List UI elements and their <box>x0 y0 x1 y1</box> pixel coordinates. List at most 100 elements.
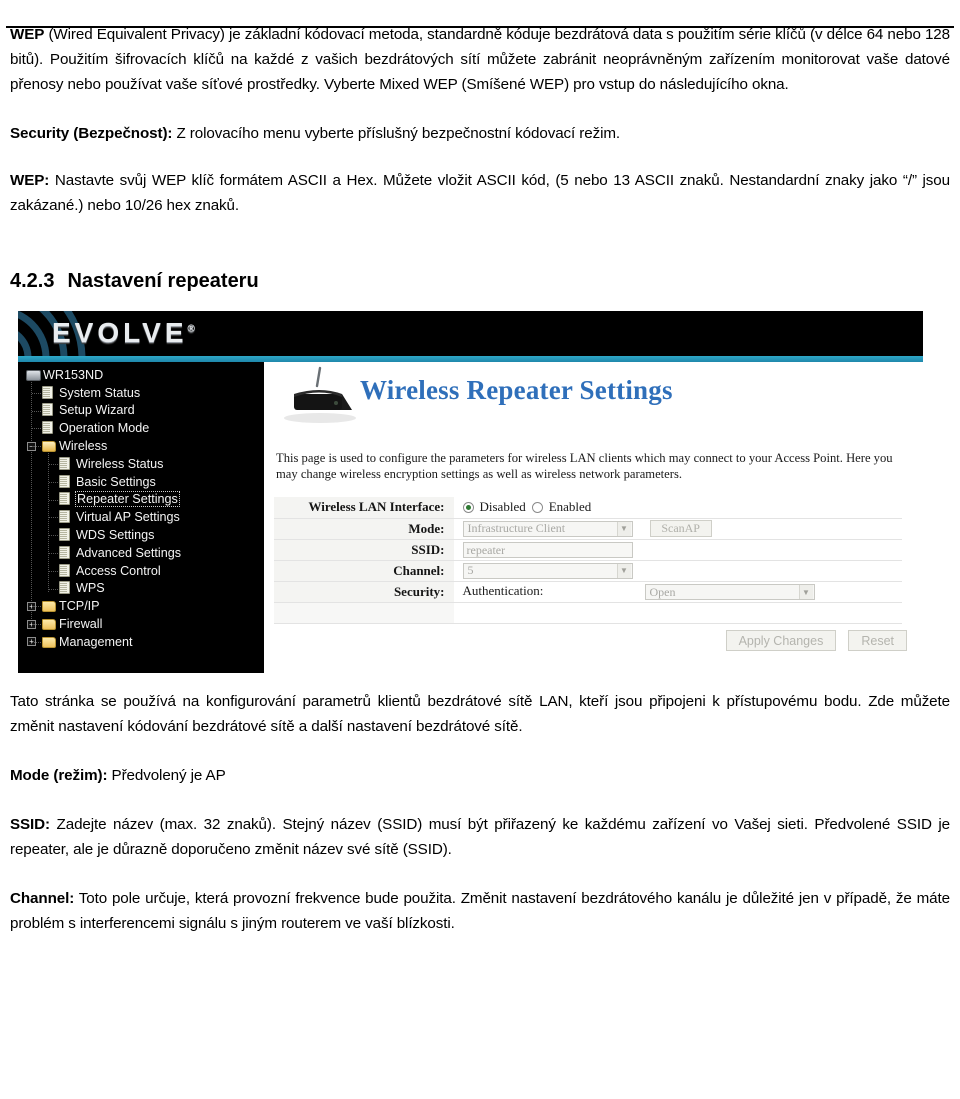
label-mode: Mode: <box>274 518 455 540</box>
sidebar-item-firewall[interactable]: +Firewall <box>26 615 262 633</box>
paragraph-lead-wep: WEP <box>10 26 45 43</box>
value-ssid: repeater <box>454 539 902 561</box>
paragraph-block-wep-key: WEP: Nastavte svůj WEP klíč formátem ASC… <box>10 168 950 218</box>
paragraph-lead-mode-cz: Mode (režim): <box>10 767 108 784</box>
form-row-wlan-interface: Wireless LAN Interface: Disabled Enabled <box>274 497 903 519</box>
sidebar-item-tcp-ip[interactable]: +TCP/IP <box>26 597 262 615</box>
folder-icon <box>42 617 56 631</box>
sidebar-item-operation-mode[interactable]: Operation Mode <box>26 419 262 437</box>
settings-form: Wireless LAN Interface: Disabled Enabled… <box>274 497 902 624</box>
sidebar-item-label: WPS <box>76 581 105 596</box>
sidebar-item-wr153nd[interactable]: WR153ND <box>26 366 262 384</box>
sidebar-item-virtual-ap-settings[interactable]: Virtual AP Settings <box>26 508 262 526</box>
sidebar-item-label: WR153ND <box>43 367 104 382</box>
sidebar-item-wps[interactable]: WPS <box>26 580 262 598</box>
paragraph-ssid-cz: SSID: Zadejte název (max. 32 znaků). Ste… <box>10 812 950 862</box>
sidebar-item-wds-settings[interactable]: WDS Settings <box>26 526 262 544</box>
page-title: 4.2.3 Nastavení repeateru <box>10 270 950 293</box>
sidebar-item-label: TCP/IP <box>59 599 100 614</box>
paragraph-channel-cz: Channel: Toto pole určuje, která provozn… <box>10 886 950 936</box>
paragraph-wep-key: WEP: Nastavte svůj WEP klíč formátem ASC… <box>10 168 950 218</box>
tree-guide-line <box>32 641 42 643</box>
paragraph-page-desc-cz: Tato stránka se používá na konfigurování… <box>10 689 950 739</box>
paragraph-text-security: Z rolovacího menu vyberte příslušný bezp… <box>172 125 621 142</box>
label-security: Security: <box>274 581 455 603</box>
sidebar-item-setup-wizard[interactable]: Setup Wizard <box>26 402 262 420</box>
paragraph-block-wep-intro: WEP (Wired Equivalent Privacy) je základ… <box>10 22 950 97</box>
tree-guide-line <box>49 499 59 501</box>
sidebar-item-label: Virtual AP Settings <box>76 510 180 525</box>
sidebar-item-advanced-settings[interactable]: Advanced Settings <box>26 544 262 562</box>
router-ui-screenshot: EVOLVE® WR153ND System Status Setup Wizard… <box>18 311 923 673</box>
paragraph-wep-intro: WEP (Wired Equivalent Privacy) je základ… <box>10 22 950 97</box>
paragraph-text-mode-cz: Předvolený je AP <box>107 767 226 784</box>
mode-select[interactable]: Infrastructure Client ▼ <box>462 520 633 537</box>
paragraph-lead-security: Security (Bezpečnost): <box>10 125 173 142</box>
tree-guide-line <box>49 517 59 519</box>
tree-guide-line <box>32 624 42 626</box>
channel-select[interactable]: 5 ▼ <box>462 562 633 579</box>
tree-guide-line <box>49 463 59 465</box>
form-row-mode: Mode: Infrastructure Client ▼ ScanAP <box>274 518 902 540</box>
paragraph-text-channel-cz: Toto pole určuje, která provozní frekven… <box>10 890 950 932</box>
label-ssid: SSID: <box>274 539 455 561</box>
sidebar-item-label: System Status <box>59 385 141 400</box>
folder-icon <box>42 599 56 613</box>
sidebar-item-wireless[interactable]: −Wireless <box>26 437 262 455</box>
paragraph-block-security: Security (Bezpečnost): Z rolovacího menu… <box>10 121 950 146</box>
spacer-value-cell <box>454 602 902 624</box>
sidebar-item-wireless-status[interactable]: Wireless Status <box>26 455 262 473</box>
document-page: WEP (Wired Equivalent Privacy) je základ… <box>0 22 960 1099</box>
radio-enabled-label: Enabled <box>548 499 592 515</box>
sidebar-item-repeater-settings[interactable]: Repeater Settings <box>26 491 262 509</box>
document-icon <box>59 474 72 489</box>
value-channel: 5 ▼ <box>454 560 902 582</box>
tree-guide-line <box>32 410 42 412</box>
radio-enabled[interactable] <box>531 501 543 513</box>
paragraph-text-page-desc-cz: Tato stránka se používá na konfigurování… <box>10 693 950 735</box>
paragraph-lead-ssid-cz: SSID: <box>10 816 51 833</box>
sidebar-item-label: Wireless <box>59 439 108 454</box>
sidebar-item-system-status[interactable]: System Status <box>26 384 262 402</box>
label-wlan-interface: Wireless LAN Interface: <box>274 497 455 519</box>
paragraph-block-mode-cz: Mode (režim): Předvolený je AP <box>10 763 950 788</box>
form-row-spacer <box>274 602 902 624</box>
tree-guide-line <box>32 428 42 430</box>
apply-changes-button[interactable]: Apply Changes <box>725 630 837 651</box>
sidebar-item-management[interactable]: +Management <box>26 633 262 651</box>
document-icon <box>59 528 72 542</box>
document-icon <box>59 563 72 578</box>
authentication-select[interactable]: Open ▼ <box>644 584 815 601</box>
sidebar-item-label: Basic Settings <box>76 474 156 489</box>
sidebar-item-label: Operation Mode <box>59 421 150 436</box>
form-actions: Apply Changes Reset <box>725 630 907 651</box>
authentication-select-value: Open <box>649 584 676 599</box>
sidebar-item-label: Management <box>59 634 133 649</box>
sidebar-item-label: Wireless Status <box>76 456 164 471</box>
folder-icon <box>42 635 56 649</box>
paragraph-security: Security (Bezpečnost): Z rolovacího menu… <box>10 121 950 146</box>
sidebar-item-access-control[interactable]: Access Control <box>26 562 262 580</box>
wlan-interface-radio-group[interactable]: Disabled Enabled <box>462 499 903 515</box>
tree-guide-line <box>32 392 42 394</box>
router-device-icon <box>284 366 356 423</box>
form-row-ssid: SSID: repeater <box>274 539 902 561</box>
header-divider <box>6 26 954 28</box>
scan-ap-button[interactable]: ScanAP <box>649 520 712 537</box>
registered-trademark-icon: ® <box>187 323 195 335</box>
channel-select-value: 5 <box>467 563 474 578</box>
sidebar-item-label: Setup Wizard <box>59 403 135 418</box>
sidebar-item-basic-settings[interactable]: Basic Settings <box>26 473 262 491</box>
document-icon <box>59 510 72 524</box>
tree-guide-line <box>32 606 42 608</box>
sidebar-item-label: Firewall <box>59 617 103 632</box>
panel-description: This page is used to configure the param… <box>276 451 893 481</box>
reset-button[interactable]: Reset <box>848 630 907 651</box>
document-icon <box>42 421 55 435</box>
value-security: Authentication: Open ▼ <box>454 581 902 603</box>
tree-guide-line <box>49 552 59 554</box>
ssid-input[interactable]: repeater <box>462 541 633 558</box>
chevron-down-icon: ▼ <box>616 521 631 536</box>
brand-logo-text: EVOLVE <box>52 317 188 348</box>
radio-disabled[interactable] <box>462 501 474 513</box>
